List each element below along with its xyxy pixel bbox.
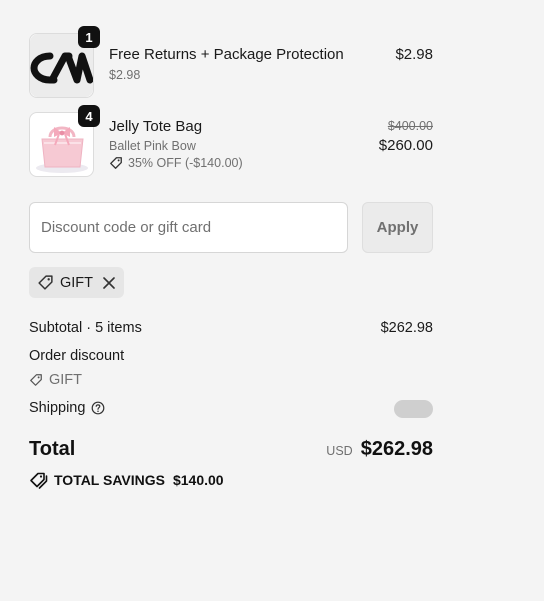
price-tags-icon (30, 472, 48, 489)
subtotal-value: $262.98 (380, 320, 433, 336)
price-tag-icon (30, 374, 42, 386)
question-circle-icon (92, 401, 105, 415)
order-discount-code-text: GIFT (49, 372, 83, 388)
price-tag-icon (38, 275, 53, 290)
line-item: 4 Jelly Tote Bag Ballet Pink Bow 35% OFF… (29, 105, 433, 178)
apply-button[interactable]: Apply (362, 202, 433, 253)
total-label: Total (29, 438, 76, 460)
product-thumbnail: 4 (29, 105, 100, 177)
item-variant: Ballet Pink Bow (109, 139, 196, 153)
item-name: Free Returns + Package Protection (109, 46, 344, 63)
total-value-group: USD $262.98 (326, 438, 433, 461)
item-name: Jelly Tote Bag (109, 118, 203, 135)
subtotal-label: Subtotal · 5 items (29, 320, 142, 336)
item-subtitle: $2.98 (109, 68, 141, 82)
product-thumbnail: 1 (29, 26, 100, 98)
quantity-badge: 4 (78, 105, 100, 127)
total-savings: TOTAL SAVINGS $140.00 (29, 471, 224, 489)
shipping-help-button[interactable] (91, 401, 105, 415)
quantity-badge: 1 (78, 26, 100, 48)
shipping-loading-placeholder (394, 400, 433, 418)
discount-code-input[interactable] (29, 202, 348, 253)
savings-amount: $140.00 (172, 472, 224, 488)
close-icon (103, 276, 115, 289)
line-item: 1 Free Returns + Package Protection $2.9… (29, 26, 433, 99)
compare-at-price: $400.00 (387, 119, 433, 133)
order-discount-label: Order discount (29, 348, 125, 364)
item-price: $2.98 (395, 46, 433, 63)
applied-discount-chip: GIFT (29, 267, 125, 298)
total-amount: $262.98 (360, 438, 433, 460)
shipping-row: Shipping (29, 400, 105, 416)
savings-label: TOTAL SAVINGS (54, 472, 165, 488)
applied-code-label: GIFT (60, 274, 94, 291)
item-discount: 35% OFF (-$140.00) (109, 156, 243, 170)
remove-discount-button[interactable] (103, 276, 115, 289)
item-price: $260.00 (378, 137, 433, 154)
discount-text: 35% OFF (-$140.00) (128, 156, 243, 170)
price-tag-icon (110, 157, 122, 169)
shipping-label: Shipping (29, 400, 86, 416)
currency-code: USD (326, 444, 353, 458)
order-discount-code: GIFT (29, 372, 82, 388)
